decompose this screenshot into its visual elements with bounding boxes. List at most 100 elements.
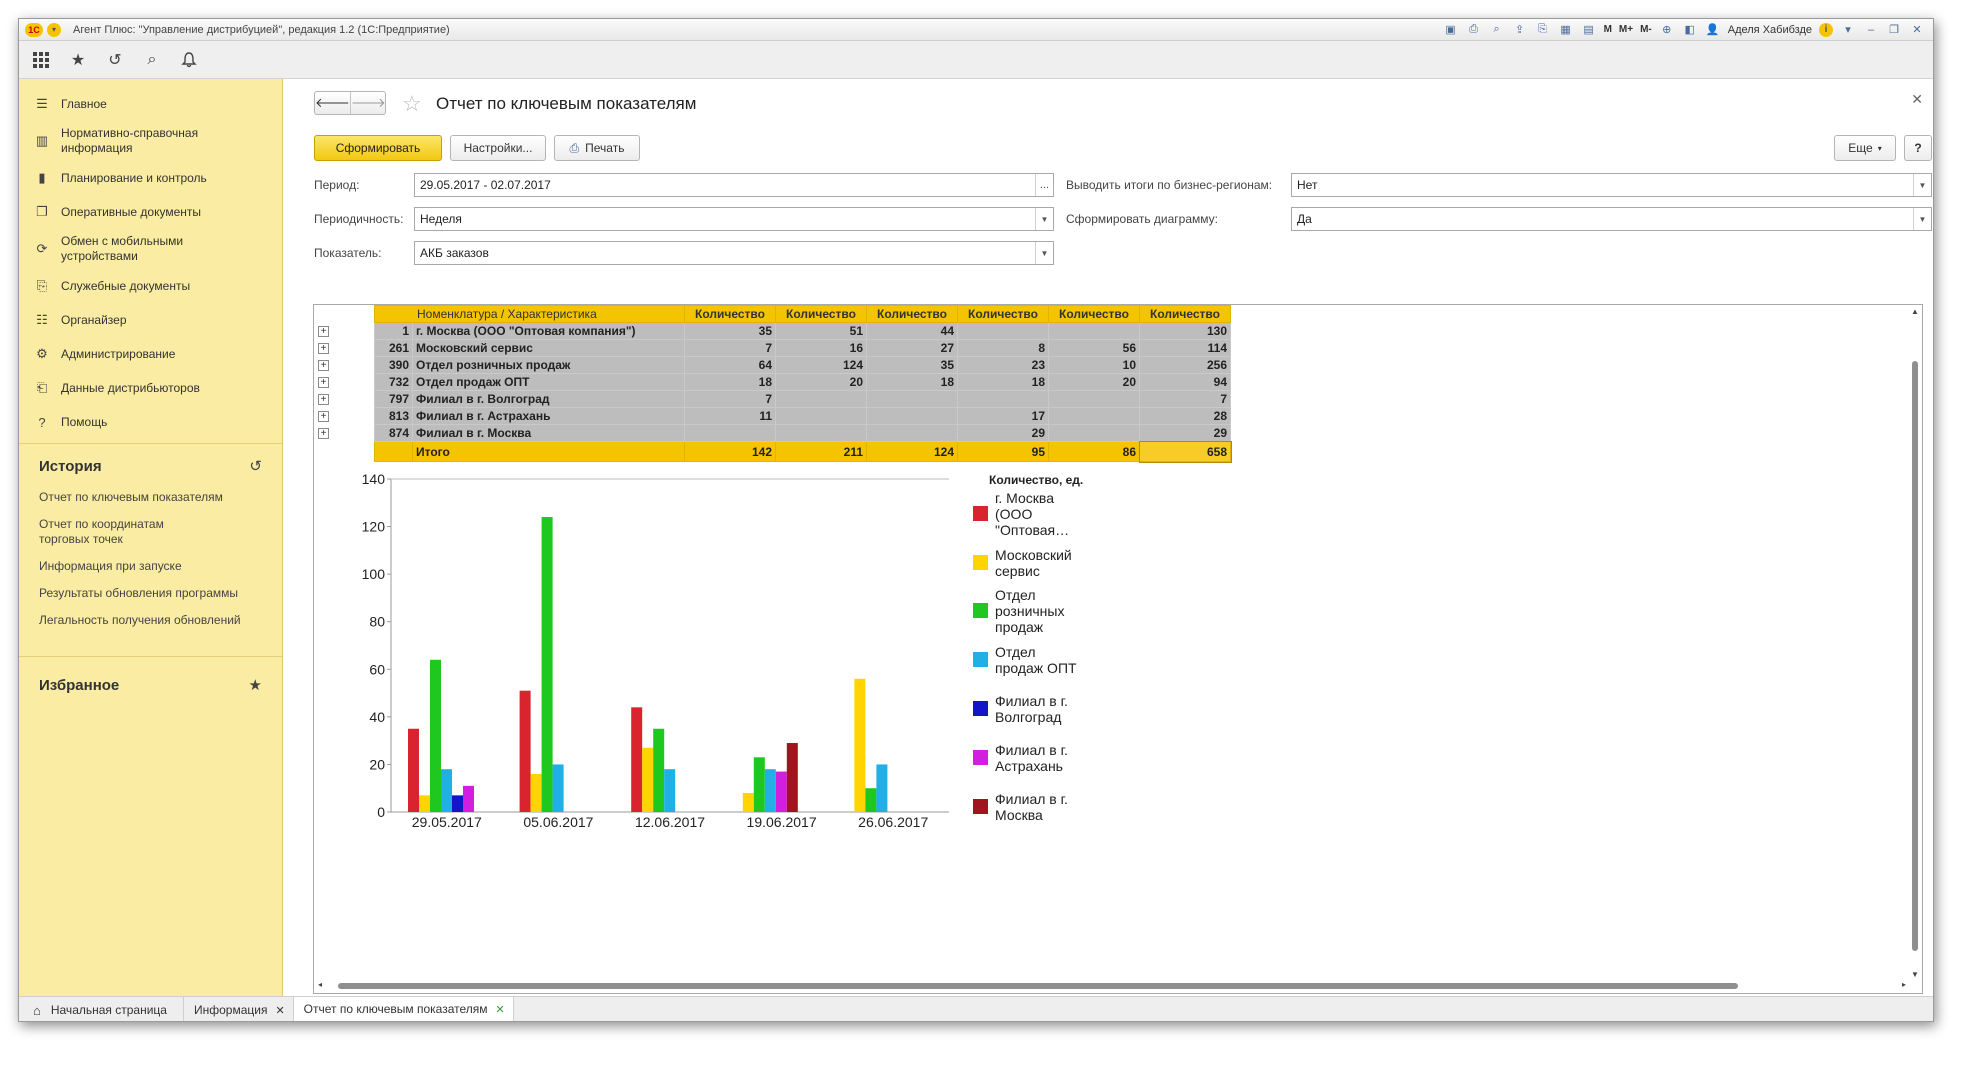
tab-report[interactable]: Отчет по ключевым показателям ✕ [293,997,514,1021]
diagram-select[interactable]: Да ▼ [1291,207,1932,231]
regions-select[interactable]: Нет ▼ [1291,173,1932,197]
legend-label-line: Отдел [995,644,1036,660]
all-functions-icon[interactable] [31,50,51,70]
sidebar-item-service-docs[interactable]: ⎘ Служебные документы [19,269,282,303]
legend-label: Отдел розничных продаж [995,587,1064,635]
close-window-icon[interactable]: ✕ [1909,23,1925,37]
row-value: 94 [1139,373,1231,391]
history-icon[interactable]: ↺ [105,50,125,70]
main-content: 🡐 🡒 ☆ Отчет по ключевым показателям ✕ Сф… [284,79,1933,996]
chevron-down-icon[interactable]: ▼ [1035,208,1053,230]
more-button[interactable]: Еще ▾ [1834,135,1896,161]
1c-logo-icon[interactable]: 1С [25,22,43,37]
minimize-icon[interactable]: – [1863,23,1879,37]
expand-row-icon[interactable]: + [318,411,329,422]
sidebar-item-operational-docs[interactable]: ❐ Оперативные документы [19,195,282,229]
preview-icon[interactable]: ⌕ [1489,23,1505,37]
horizontal-scrollbar[interactable]: ◂ ▸ [314,979,1910,993]
expand-row-icon[interactable]: + [318,394,329,405]
table-row[interactable]: 874 Филиал в г. Москва 29 29 [374,424,1231,442]
memory-plus-button[interactable]: M+ [1619,23,1633,37]
indicator-select[interactable]: АКБ заказов ▼ [414,241,1054,265]
sidebar-item-distributor-data[interactable]: ⎗ Данные дистрибьюторов [19,371,282,405]
calendar-icon[interactable]: ▤ [1581,23,1597,37]
history-item[interactable]: Легальность получения обновлений [19,607,282,634]
sidebar-item-catalog[interactable]: ▥ Нормативно-справочная информация [19,121,282,161]
search-icon[interactable]: ⌕ [142,50,162,70]
horizontal-scroll-thumb[interactable] [338,983,1738,989]
sidebar-item-administration[interactable]: ⚙ Администрирование [19,337,282,371]
sidebar-item-main[interactable]: ☰ Главное [19,87,282,121]
periodicity-select[interactable]: Неделя ▼ [414,207,1054,231]
favorites-star-icon[interactable]: ★ [68,50,88,70]
link-icon[interactable]: ⎘ [1535,23,1551,37]
expand-row-icon[interactable]: + [318,326,329,337]
memory-minus-button[interactable]: M- [1640,23,1652,37]
tab-information[interactable]: Информация ✕ [184,997,294,1021]
chevron-down-icon[interactable]: ▼ [1913,174,1931,196]
panel-icon[interactable]: ◧ [1682,23,1698,37]
close-form-icon[interactable]: ✕ [1911,91,1923,108]
history-item[interactable]: Результаты обновления программы [19,580,282,607]
chevron-down-icon[interactable]: ▼ [1035,242,1053,264]
period-field[interactable]: 29.05.2017 - 02.07.2017 ... [414,173,1054,197]
table-row[interactable]: 390 Отдел розничных продаж 64 124 35 23 10 256 [374,356,1231,374]
chevron-down-icon[interactable]: ▼ [1913,208,1931,230]
y-tick-label: 140 [362,471,386,487]
back-arrow-icon[interactable]: 🡐 [315,92,350,114]
close-tab-icon[interactable]: ✕ [496,1003,505,1016]
scroll-up-icon[interactable]: ▲ [1911,307,1919,316]
history-item[interactable]: Отчет по ключевым показателям [19,484,282,511]
period-select-button[interactable]: ... [1035,174,1053,196]
upload-icon[interactable]: ⇪ [1512,23,1528,37]
history-item[interactable]: Информация при запуске [19,553,282,580]
tab-home[interactable]: ⌂ Начальная страница [19,997,184,1021]
close-tab-icon[interactable]: ✕ [275,1004,284,1017]
print-icon[interactable]: ⎙ [1466,23,1482,37]
chart-bar [854,678,866,812]
sidebar-item-help[interactable]: ? Помощь [19,405,282,439]
history-icon[interactable]: ↺ [249,457,262,475]
scroll-right-icon[interactable]: ▸ [1902,980,1906,989]
table-row[interactable]: 1 г. Москва (ООО "Оптовая компания") 35 51 4… [374,322,1231,340]
scroll-down-icon[interactable]: ▼ [1911,970,1919,979]
sidebar-item-organizer[interactable]: ☷ Органайзер [19,303,282,337]
row-name: г. Москва (ООО "Оптовая компания") [412,322,685,340]
scroll-left-icon[interactable]: ◂ [318,980,322,989]
forward-arrow-icon[interactable]: 🡒 [349,92,386,114]
table-row[interactable]: 732 Отдел продаж ОПТ 18 20 18 18 20 94 [374,373,1231,391]
zoom-icon[interactable]: ⊕ [1659,23,1675,37]
memory-button[interactable]: M [1604,23,1612,37]
add-to-favorites-star-icon[interactable]: ☆ [402,91,422,117]
info-icon[interactable]: i [1819,22,1833,37]
expand-row-icon[interactable]: + [318,428,329,439]
vertical-scrollbar[interactable]: ▲ ▼ [1908,305,1922,981]
row-value: 11 [684,407,776,425]
generate-button[interactable]: Сформировать [314,135,442,161]
save-icon[interactable]: ▣ [1443,23,1459,37]
row-name: Филиал в г. Астрахань [412,407,685,425]
expand-row-icon[interactable]: + [318,360,329,371]
user-name[interactable]: Аделя Хабибзде [1728,24,1812,36]
sidebar-item-mobile-exchange[interactable]: ⟳ Обмен с мобильными устройствами [19,229,282,269]
favorites-star-icon[interactable]: ★ [249,676,262,694]
main-menu-dropdown-icon[interactable]: ▾ [47,22,61,37]
table-row[interactable]: 813 Филиал в г. Астрахань 11 17 28 [374,407,1231,425]
notifications-bell-icon[interactable] [179,50,199,70]
history-item[interactable]: Отчет по координатам торговых точек [19,511,229,553]
help-button[interactable]: ? [1904,135,1932,161]
expand-row-icon[interactable]: + [318,377,329,388]
vertical-scroll-thumb[interactable] [1912,361,1918,951]
restore-icon[interactable]: ❐ [1886,23,1902,37]
expand-row-icon[interactable]: + [318,343,329,354]
legend-swatch [973,603,988,618]
table-row[interactable]: 797 Филиал в г. Волгоград 7 7 [374,390,1231,408]
report-area[interactable]: Номенклатура / Характеристика Количество… [313,304,1923,994]
sidebar-item-planning[interactable]: ▮ Планирование и контроль [19,161,282,195]
chevron-down-icon[interactable]: ▾ [1840,23,1856,37]
row-value: 64 [684,356,776,374]
spreadsheet-icon[interactable]: ▦ [1558,23,1574,37]
table-row[interactable]: 261 Московский сервис 7 16 27 8 56 114 [374,339,1231,357]
settings-button[interactable]: Настройки... [450,135,546,161]
print-button[interactable]: ⎙ Печать [554,135,640,161]
